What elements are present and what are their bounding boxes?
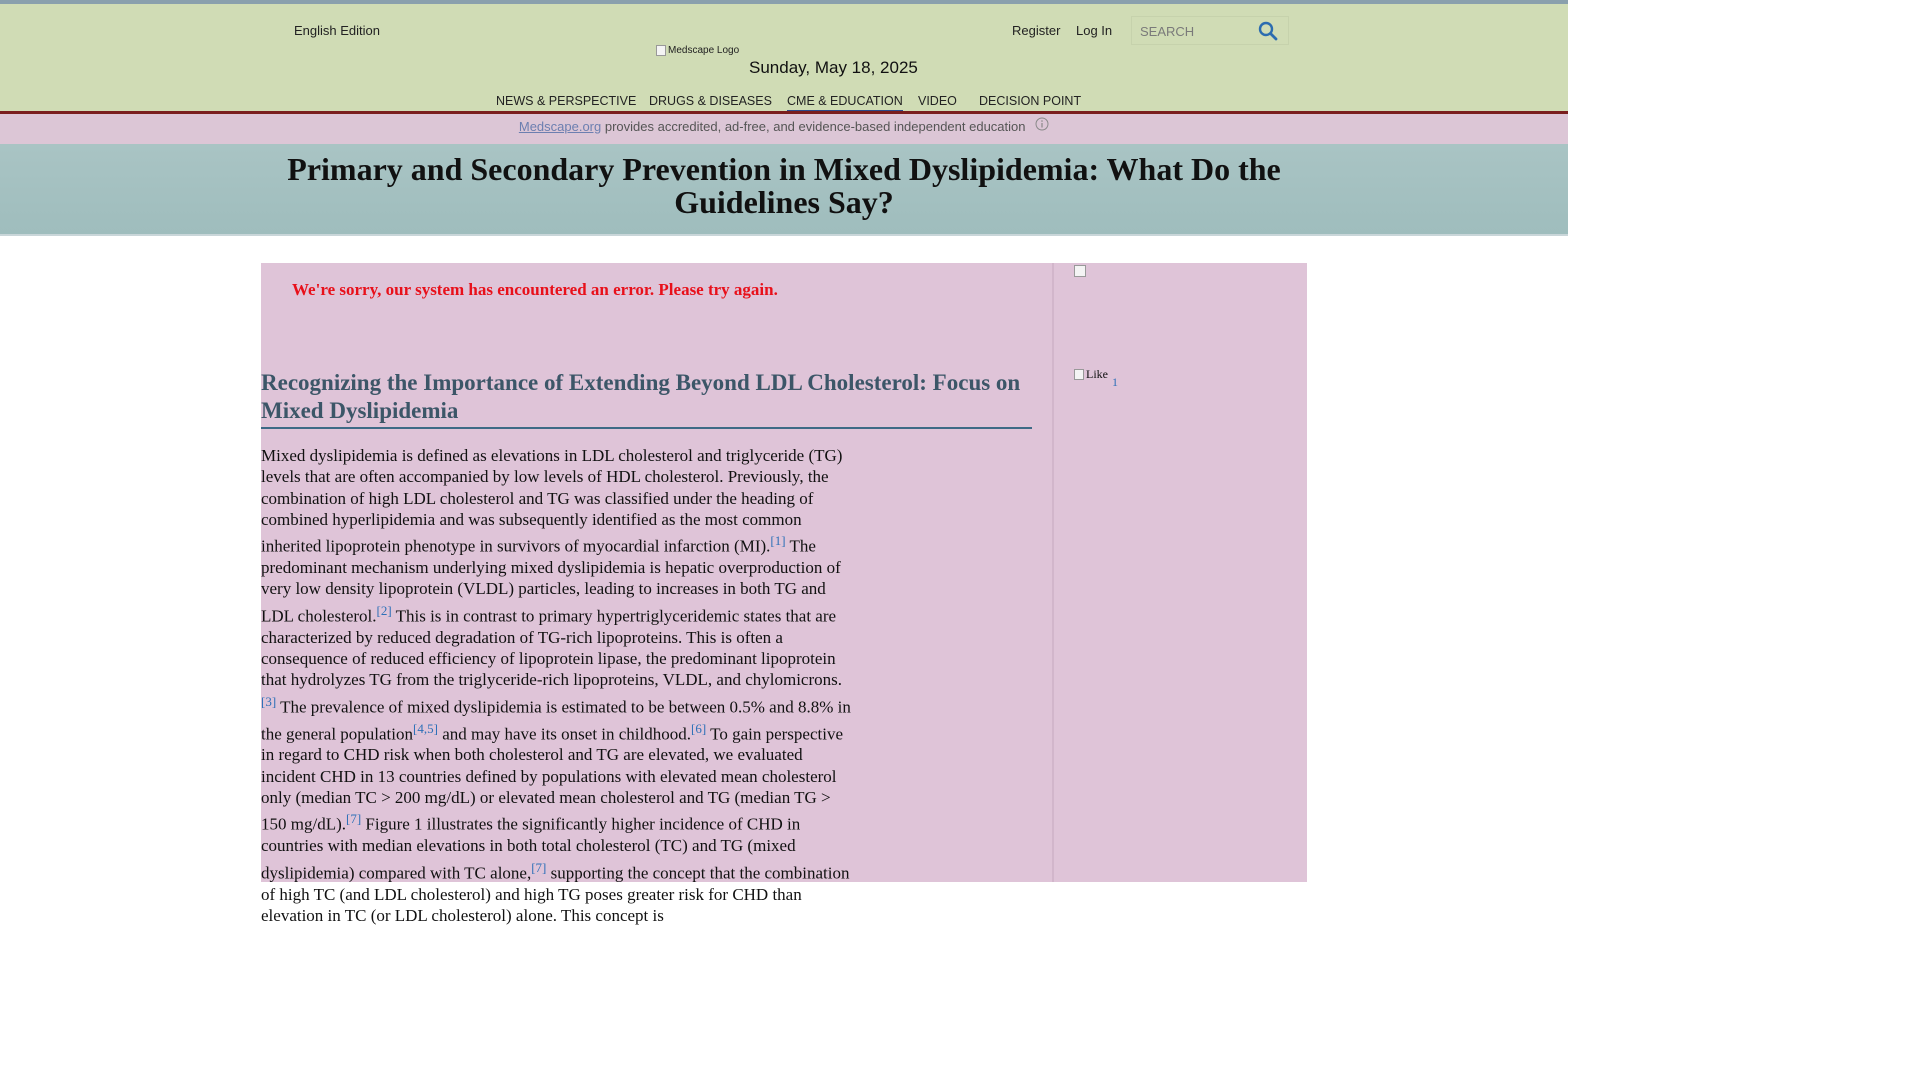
page-title: Primary and Secondary Prevention in Mixe… [287, 151, 1281, 220]
broken-image-icon [1074, 369, 1084, 380]
like-alt-text: Like [1086, 367, 1108, 381]
reference-link[interactable]: [4,5] [413, 721, 438, 736]
search-icon[interactable] [1258, 21, 1280, 41]
education-banner: Medscape.org provides accredited, ad-fre… [0, 114, 1568, 144]
medscape-org-link[interactable]: Medscape.org [519, 119, 601, 134]
article-text: Mixed dyslipidemia is defined as elevati… [261, 446, 843, 556]
article-body: Mixed dyslipidemia is defined as elevati… [261, 445, 853, 926]
title-bar: Primary and Secondary Prevention in Mixe… [0, 144, 1568, 236]
like-count[interactable]: 1 [1112, 375, 1118, 390]
site-header: English Edition Register Log In Medscape… [0, 0, 1568, 113]
banner-text: provides accredited, ad-free, and eviden… [601, 119, 1026, 134]
reference-link[interactable]: [7] [346, 811, 361, 826]
search-input[interactable] [1140, 22, 1250, 40]
error-message: We're sorry, our system has encountered … [292, 280, 778, 299]
nav-video[interactable]: VIDEO [918, 94, 957, 108]
edition-selector[interactable]: English Edition [294, 23, 380, 38]
reference-link[interactable]: [7] [531, 860, 546, 875]
article-text: and may have its onset in childhood. [437, 724, 692, 744]
info-icon[interactable] [1035, 114, 1049, 140]
register-link[interactable]: Register [1012, 23, 1060, 38]
like-button[interactable]: Like [1074, 367, 1108, 382]
logo-alt-text: Medscape Logo [668, 45, 740, 56]
reference-link[interactable]: [1] [770, 533, 785, 548]
search-box [1131, 16, 1289, 45]
broken-image-icon [656, 45, 666, 56]
section-heading: Recognizing the Importance of Extending … [261, 369, 1032, 429]
current-date: Sunday, May 18, 2025 [749, 58, 918, 77]
reference-link[interactable]: [6] [691, 721, 706, 736]
main-content: We're sorry, our system has encountered … [261, 263, 1052, 925]
nav-decision-point[interactable]: DECISION POINT [979, 94, 1081, 108]
nav-drugs-diseases[interactable]: DRUGS & DISEASES [649, 94, 772, 108]
right-rail: Like 1 [1052, 263, 1307, 882]
reference-link[interactable]: [3] [261, 694, 276, 709]
reference-link[interactable]: [2] [377, 603, 392, 618]
site-logo[interactable]: Medscape Logo [656, 45, 739, 56]
nav-news-perspective[interactable]: NEWS & PERSPECTIVE [496, 94, 636, 108]
broken-image-icon [1074, 265, 1086, 277]
login-link[interactable]: Log In [1076, 23, 1112, 38]
